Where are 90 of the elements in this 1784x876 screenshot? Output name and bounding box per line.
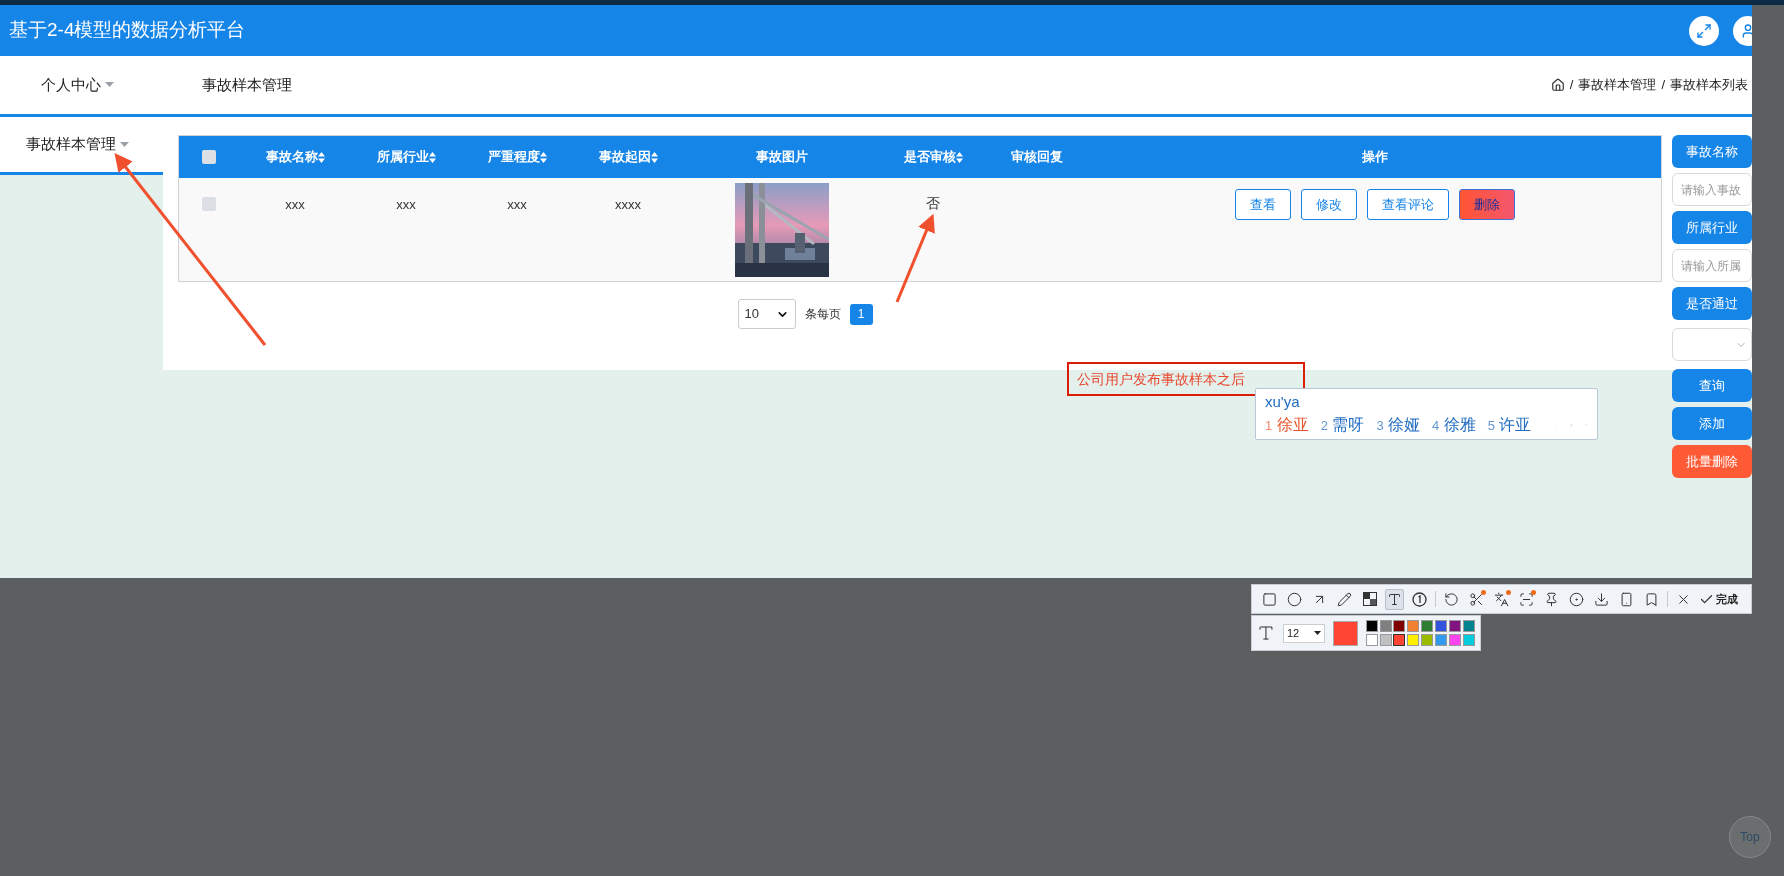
table-cell-text: xxx — [396, 196, 416, 214]
breadcrumb-item: 事故样本列表 — [1670, 76, 1748, 95]
table-cell-text: xxx — [507, 196, 527, 214]
breadcrumb-separator: / — [1569, 76, 1574, 95]
scissors-icon — [1469, 591, 1484, 607]
app-title: 基于2-4模型的数据分析平台 — [9, 18, 246, 43]
color-swatch[interactable] — [1449, 620, 1462, 632]
sort-icon[interactable] — [428, 151, 436, 163]
numbered-circle-icon — [1412, 591, 1427, 607]
color-swatch[interactable] — [1421, 634, 1434, 646]
column-header: 事故图片 — [756, 148, 808, 167]
current-color-swatch[interactable] — [1332, 620, 1358, 646]
breadcrumb-item[interactable]: 事故样本管理 — [1578, 75, 1657, 95]
column-header[interactable]: 事故起因 — [598, 147, 651, 167]
action-button[interactable]: 查询 — [1672, 369, 1752, 402]
select-all-checkbox[interactable] — [202, 150, 216, 164]
color-swatch[interactable] — [1435, 634, 1448, 646]
translate-icon — [1494, 591, 1509, 607]
expand-icon — [1696, 22, 1712, 39]
sidebar-item[interactable]: 事故样本管理 — [0, 117, 163, 175]
page-button[interactable]: 1 — [849, 303, 873, 325]
sort-icon[interactable] — [650, 151, 658, 163]
table-cell-text: xxx — [285, 196, 305, 214]
ime-candidate[interactable]: 4 徐雅 — [1432, 413, 1476, 437]
color-swatch[interactable] — [1435, 620, 1448, 632]
scan-icon — [1519, 591, 1534, 607]
sort-icon[interactable] — [317, 151, 325, 163]
ime-candidate[interactable]: 5 许亚 — [1487, 413, 1532, 437]
field-label: 是否通过 — [1672, 287, 1752, 320]
nav-item[interactable]: 个人中心 — [41, 73, 114, 97]
font-size-select[interactable]: 12 — [1282, 623, 1325, 643]
text-size-icon — [1257, 624, 1275, 642]
input-field[interactable]: 请输入事故 — [1672, 173, 1752, 206]
column-header: 审核回复 — [1011, 148, 1063, 167]
circle-icon — [1287, 591, 1302, 607]
column-header[interactable]: 事故名称 — [265, 147, 318, 167]
phone-icon — [1619, 591, 1634, 607]
color-swatch[interactable] — [1379, 620, 1392, 632]
home-icon[interactable] — [1550, 78, 1565, 92]
ime-candidate[interactable]: 3 徐娅 — [1376, 413, 1421, 437]
color-swatch[interactable] — [1379, 634, 1392, 646]
color-swatch[interactable] — [1365, 620, 1378, 632]
color-swatch[interactable] — [1463, 634, 1476, 646]
field-label: 所属行业 — [1672, 211, 1752, 244]
page-size-select[interactable]: 10 — [737, 299, 796, 329]
pin-icon — [1544, 591, 1559, 607]
field-label: 事故名称 — [1672, 135, 1752, 168]
ime-candidate[interactable]: 1 徐亚 — [1265, 413, 1309, 437]
per-page-label: 条每页 — [804, 306, 841, 323]
row-checkbox[interactable] — [202, 197, 216, 211]
action-button[interactable]: 添加 — [1672, 407, 1752, 440]
pencil-icon — [1337, 591, 1352, 607]
rectangle-icon — [1262, 591, 1277, 607]
column-header[interactable]: 所属行业 — [376, 147, 429, 167]
download-icon — [1594, 591, 1609, 607]
color-swatch[interactable] — [1393, 620, 1406, 632]
color-swatch[interactable] — [1407, 620, 1420, 632]
column-header[interactable]: 是否审核 — [903, 147, 956, 167]
input-field[interactable]: 请输入所属 — [1672, 249, 1752, 282]
batch-delete-button[interactable]: 批量删除 — [1672, 445, 1752, 478]
mosaic-icon — [1362, 592, 1377, 606]
column-header[interactable]: 严重程度 — [487, 147, 540, 167]
action-button[interactable]: 删除 — [1459, 189, 1515, 220]
record-icon — [1569, 591, 1584, 607]
sort-icon[interactable] — [955, 151, 963, 163]
ime-candidate[interactable]: 2 需呀 — [1320, 413, 1365, 437]
color-swatch[interactable] — [1449, 634, 1462, 646]
sort-icon[interactable] — [539, 151, 547, 163]
color-swatch[interactable] — [1365, 634, 1378, 646]
undo-icon — [1444, 591, 1459, 607]
color-swatch[interactable] — [1393, 634, 1406, 646]
table-cell-text: 否 — [926, 194, 940, 213]
color-swatch[interactable] — [1421, 620, 1434, 632]
nav-item[interactable]: 事故样本管理 — [202, 73, 292, 97]
column-header: 操作 — [1362, 148, 1388, 167]
select-field[interactable] — [1672, 328, 1752, 361]
caret-icon — [1313, 630, 1321, 636]
color-swatch[interactable] — [1463, 620, 1476, 632]
action-button[interactable]: 修改 — [1301, 189, 1357, 220]
user-icon — [1740, 22, 1752, 39]
toolbar-button[interactable] — [1385, 588, 1404, 610]
action-button[interactable]: 查看 — [1235, 189, 1291, 220]
breadcrumb-separator: / — [1661, 76, 1665, 95]
table-cell-text: xxxx — [615, 196, 641, 214]
action-button[interactable]: 查看评论 — [1367, 189, 1449, 220]
done-button[interactable]: 完成 — [1699, 590, 1738, 608]
color-swatch[interactable] — [1407, 634, 1420, 646]
text-tool-icon — [1387, 591, 1402, 607]
bookmark-icon — [1644, 591, 1659, 607]
fullscreen-button[interactable] — [1689, 15, 1719, 46]
